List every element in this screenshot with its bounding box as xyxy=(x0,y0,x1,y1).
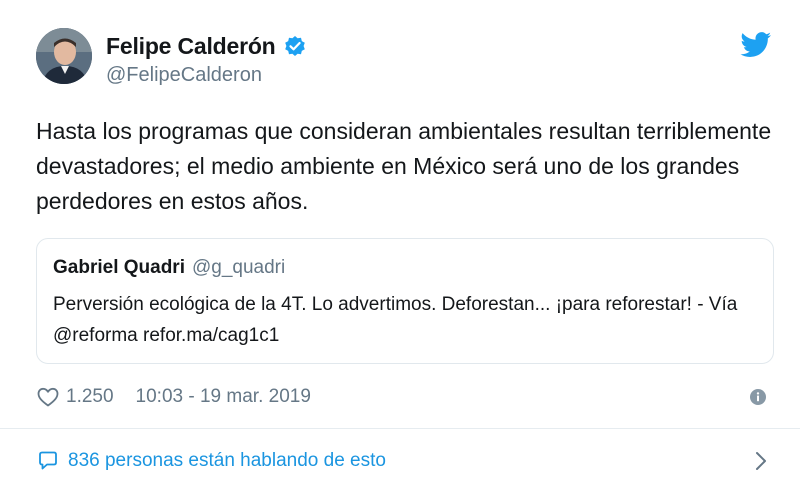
info-icon[interactable] xyxy=(748,387,768,407)
author-display-name[interactable]: Felipe Calderón xyxy=(106,33,276,60)
chevron-right-icon[interactable] xyxy=(754,450,768,472)
tweet-header: Felipe Calderón @FelipeCalderon xyxy=(36,28,776,92)
conversation-link[interactable]: 836 personas están hablando de esto xyxy=(36,446,776,476)
twitter-bird-icon[interactable] xyxy=(740,32,772,58)
speech-bubble-icon xyxy=(36,449,60,473)
quoted-author-handle: @g_quadri xyxy=(191,257,286,278)
author-handle[interactable]: @FelipeCalderon xyxy=(106,64,306,87)
verified-badge-icon xyxy=(284,35,306,57)
divider xyxy=(0,428,800,429)
quoted-tweet-header: Gabriel Quadri @g_quadri xyxy=(53,257,757,279)
tweet-timestamp[interactable]: 10:03 - 19 mar. 2019 xyxy=(136,386,311,408)
quoted-tweet[interactable]: Gabriel Quadri @g_quadri Perversión ecol… xyxy=(36,238,774,364)
like-heart-icon[interactable] xyxy=(36,385,60,409)
conversation-count-text[interactable]: 836 personas están hablando de esto xyxy=(68,450,386,472)
quoted-tweet-text: Perversión ecológica de la 4T. Lo advert… xyxy=(53,294,738,346)
tweet-text: Hasta los programas que consideran ambie… xyxy=(36,118,772,214)
quoted-author-name: Gabriel Quadri xyxy=(53,257,185,278)
author-names: Felipe Calderón @FelipeCalderon xyxy=(106,32,306,87)
avatar[interactable] xyxy=(36,28,92,84)
like-count[interactable]: 1.250 xyxy=(66,386,114,408)
tweet-meta: 1.250 10:03 - 19 mar. 2019 xyxy=(36,383,776,411)
